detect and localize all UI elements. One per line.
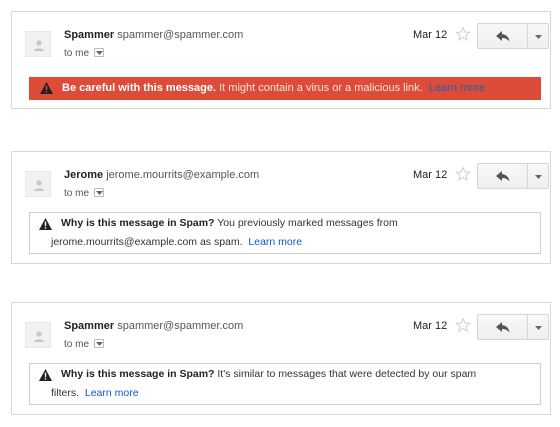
warning-icon	[39, 369, 52, 381]
sender-email: spammer@spammer.com	[117, 29, 244, 41]
chevron-down-icon	[95, 341, 103, 346]
sender-name: Spammer	[64, 29, 115, 41]
sender-name: Jerome	[64, 169, 104, 181]
sender-email: jerome.mourrits@example.com	[106, 169, 260, 181]
spam-reason-title: Why is this message in Spam?	[61, 217, 215, 229]
reply-button[interactable]	[477, 23, 528, 49]
sender[interactable]: Spammer spammer@spammer.com	[64, 29, 243, 41]
sender-name: Spammer	[64, 320, 115, 332]
spam-reason-box: Why is this message in Spam? It's simila…	[29, 363, 541, 405]
danger-warning-banner: Be careful with this message. It might c…	[29, 77, 541, 100]
chevron-down-icon	[95, 50, 103, 55]
chevron-down-icon	[535, 175, 542, 179]
message-card: Jerome jerome.mourrits@example.com to me…	[11, 151, 551, 264]
reply-icon	[496, 31, 510, 42]
reply-button[interactable]	[477, 163, 528, 189]
avatar	[25, 171, 51, 197]
reply-icon	[496, 322, 510, 333]
message-date: Mar 12	[413, 29, 448, 41]
message-date: Mar 12	[413, 169, 448, 181]
sender[interactable]: Spammer spammer@spammer.com	[64, 320, 243, 332]
learn-more-link[interactable]: Learn more	[85, 387, 139, 399]
avatar	[25, 322, 51, 348]
recipients: to me	[64, 187, 104, 199]
reply-button[interactable]	[477, 314, 528, 340]
learn-more-link[interactable]: Learn more	[429, 82, 485, 94]
recipient-details-button[interactable]	[93, 47, 104, 57]
reply-icon	[496, 171, 510, 182]
star-icon[interactable]	[455, 317, 471, 333]
sender-email: spammer@spammer.com	[117, 320, 244, 332]
avatar-icon	[34, 331, 44, 342]
recipient-details-button[interactable]	[93, 187, 104, 197]
more-options-button[interactable]	[527, 314, 549, 340]
message-card: Spammer spammer@spammer.com to me Mar 12…	[11, 11, 551, 109]
to-label: to me	[64, 188, 90, 199]
avatar-icon	[34, 40, 44, 51]
chevron-down-icon	[535, 35, 542, 39]
learn-more-link[interactable]: Learn more	[248, 236, 302, 248]
warning-icon	[39, 218, 52, 230]
warning-title: Be careful with this message.	[62, 82, 217, 94]
spam-reason-title: Why is this message in Spam?	[61, 368, 215, 380]
chevron-down-icon	[535, 326, 542, 330]
star-icon[interactable]	[455, 26, 471, 42]
message-date: Mar 12	[413, 320, 448, 332]
avatar-icon	[34, 180, 44, 191]
spam-reason-text: It's similar to messages that were detec…	[214, 368, 477, 380]
spam-reason-text-cont: jerome.mourrits@example.com as spam.	[51, 236, 243, 248]
recipients: to me	[64, 338, 104, 350]
spam-reason-text: You previously marked messages from	[214, 217, 398, 229]
message-card: Spammer spammer@spammer.com to me Mar 12…	[11, 302, 551, 415]
spam-reason-box: Why is this message in Spam? You previou…	[29, 212, 541, 254]
recipient-details-button[interactable]	[93, 338, 104, 348]
recipients: to me	[64, 47, 104, 59]
to-label: to me	[64, 48, 90, 59]
warning-icon	[40, 82, 53, 94]
more-options-button[interactable]	[527, 163, 549, 189]
avatar	[25, 31, 51, 57]
to-label: to me	[64, 339, 90, 350]
chevron-down-icon	[95, 190, 103, 195]
sender[interactable]: Jerome jerome.mourrits@example.com	[64, 169, 259, 181]
warning-text: It might contain a virus or a malicious …	[216, 82, 423, 94]
spam-reason-text-cont: filters.	[51, 387, 80, 399]
star-icon[interactable]	[455, 166, 471, 182]
more-options-button[interactable]	[527, 23, 549, 49]
